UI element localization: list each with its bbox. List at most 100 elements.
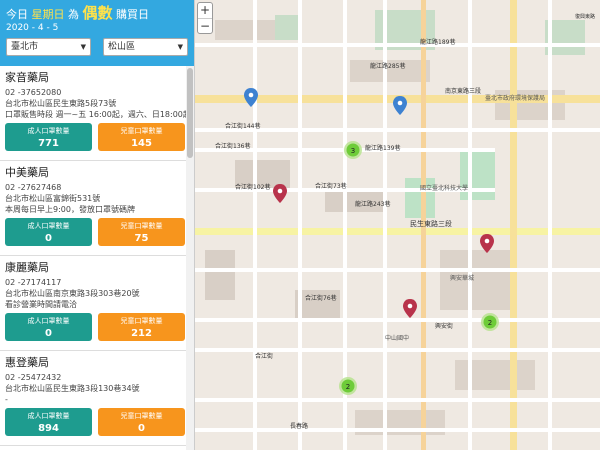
pharmacy-card[interactable]: 家音藥局 02 -37652080 台北市松山區民生東路5段73號 口罩販售時段… [0,66,194,161]
child-mask-button[interactable]: 兒童口罩數量 212 [98,313,185,341]
park-area [460,150,495,200]
label-fuxing-section: 復興東路 [575,13,595,20]
label-lane-285: 龍江路285巷 [370,62,405,70]
city-select-value: 臺北市 [11,42,39,52]
cluster-count: 2 [488,319,492,327]
poi-market: 興安華城 [450,274,474,282]
pharmacy-name: 惠登藥局 [5,356,49,369]
stock-buttons: 成人口罩數量 0 兒童口罩數量 212 [5,313,185,341]
adult-mask-label: 成人口罩數量 [27,127,70,135]
poi-station: 中山國中 [385,334,409,342]
marker-cluster[interactable]: 2 [339,377,357,395]
child-mask-label: 兒童口罩數量 [120,412,163,420]
list-scrollbar[interactable] [186,66,194,450]
label-changchun: 長春路 [290,422,308,430]
pharmacy-name: 中美藥局 [5,166,49,179]
title-is: 為 [68,8,79,21]
building-block [455,360,535,390]
adult-mask-button[interactable]: 成人口罩數量 771 [5,123,92,151]
city-select[interactable]: 臺北市 ▼ [6,38,91,56]
label-xingan: 興安街 [435,322,453,330]
pharmacy-list[interactable]: 家音藥局 02 -37652080 台北市松山區民生東路5段73號 口罩販售時段… [0,66,194,450]
label-nanjing: 南京東路三段 [445,87,481,95]
pharmacy-note: 口罩販售時段 週一~五 16:00起，週六、日18:00起 [5,110,191,119]
label-lane-102: 合江街102巷 [235,183,270,191]
child-mask-label: 兒童口罩數量 [120,317,163,325]
label-lane-136: 合江街136巷 [215,142,250,150]
stock-buttons: 成人口罩數量 771 兒童口罩數量 145 [5,123,185,151]
pharmacy-address: 台北市松山區富錦街531號 [5,194,101,203]
stock-buttons: 成人口罩數量 0 兒童口罩數量 75 [5,218,185,246]
pharmacy-card[interactable]: 惠登藥局 02 -25472432 台北市松山區民生東路3段130巷34號 - … [0,351,194,446]
child-mask-count: 145 [131,138,152,149]
district-select-value: 松山區 [108,42,136,52]
child-mask-button[interactable]: 兒童口罩數量 145 [98,123,185,151]
child-mask-count: 75 [134,233,149,244]
adult-mask-count: 894 [38,423,59,434]
chevron-down-icon: ▼ [80,43,86,51]
pharmacy-phone: 02 -25472432 [5,373,62,382]
chevron-down-icon: ▼ [177,43,183,51]
building-block [205,250,235,300]
pharmacy-phone: 02 -27627468 [5,183,62,192]
pharmacy-note: 看診營業時間請電洽 [5,300,77,309]
pharmacy-name: 家音藥局 [5,71,49,84]
scrollbar-thumb[interactable] [187,68,193,158]
child-mask-button[interactable]: 兒童口罩數量 0 [98,408,185,436]
adult-mask-button[interactable]: 成人口罩數量 0 [5,218,92,246]
filter-row: 臺北市 ▼ 松山區 ▼ [6,38,188,56]
pharmacy-name: 康麗藥局 [5,261,49,274]
marker-cluster[interactable]: 2 [481,313,499,331]
adult-mask-label: 成人口罩數量 [27,222,70,230]
zoom-in-button[interactable]: + [198,3,212,18]
adult-mask-label: 成人口罩數量 [27,412,70,420]
adult-mask-count: 0 [45,328,52,339]
app-root: 今日 星期日 為 偶數 購買日 2020 - 4 - 5 臺北市 ▼ 松山區 ▼ [0,0,600,450]
adult-mask-button[interactable]: 成人口罩數量 0 [5,313,92,341]
poi-temple: 臺北市政府環境保護局 [485,94,545,102]
pharmacy-phone: 02 -27174117 [5,278,62,287]
title-prefix: 今日 [6,8,28,21]
cluster-count: 3 [351,147,355,155]
building-block [215,20,285,40]
park-area [275,15,300,40]
pharmacy-note: 本周每日早上9:00，發放口罩號碼牌 [5,205,135,214]
pharmacy-phone: 02 -37652080 [5,88,62,97]
pharmacy-note: - [5,395,8,404]
title-weekday: 星期日 [31,8,65,21]
map-canvas[interactable]: 民生東路三段 南京東路三段 龍江路189巷 龍江路243巷 合江街136巷 合江… [195,0,600,450]
pharmacy-card[interactable]: 康麗藥局 02 -27174117 台北市松山區南京東路3段303巷20號 看診… [0,256,194,351]
pharmacy-address: 台北市松山區南京東路3段303巷20號 [5,289,140,298]
pharmacy-card[interactable]: 中美藥局 02 -27627468 台北市松山區富錦街531號 本周每日早上9:… [0,161,194,256]
adult-mask-count: 0 [45,233,52,244]
cluster-count: 2 [346,383,350,391]
label-lane-73: 合江街73巷 [315,182,347,190]
sidebar: 今日 星期日 為 偶數 購買日 2020 - 4 - 5 臺北市 ▼ 松山區 ▼ [0,0,195,450]
label-lane-189: 龍江路189巷 [420,38,455,46]
zoom-out-button[interactable]: − [198,18,212,33]
label-lane-243: 龍江路243巷 [355,200,390,208]
child-mask-count: 212 [131,328,152,339]
label-lane-144: 合江街144巷 [225,122,260,130]
adult-mask-count: 771 [38,138,59,149]
child-mask-count: 0 [138,423,145,434]
child-mask-label: 兒童口罩數量 [120,127,163,135]
poi-school: 國立臺北科技大學 [420,184,468,192]
adult-mask-button[interactable]: 成人口罩數量 894 [5,408,92,436]
park-area [405,178,435,218]
label-lane-76: 合江街76巷 [305,294,337,302]
road-fuxing [510,0,517,450]
adult-mask-label: 成人口罩數量 [27,317,70,325]
zoom-control: + − [197,2,213,34]
label-hejiang: 合江街 [255,352,273,360]
marker-cluster[interactable]: 3 [344,141,362,159]
today-date: 2020 - 4 - 5 [6,23,59,33]
pharmacy-address: 台北市松山區民生東路3段130巷34號 [5,384,140,393]
district-select[interactable]: 松山區 ▼ [103,38,188,56]
label-lane-139: 龍江路139巷 [365,144,400,152]
stock-buttons: 成人口罩數量 894 兒童口罩數量 0 [5,408,185,436]
child-mask-label: 兒童口罩數量 [120,222,163,230]
today-title: 今日 星期日 為 偶數 購買日 [6,6,188,22]
map[interactable]: 民生東路三段 南京東路三段 龍江路189巷 龍江路243巷 合江街136巷 合江… [195,0,600,450]
child-mask-button[interactable]: 兒童口罩數量 75 [98,218,185,246]
